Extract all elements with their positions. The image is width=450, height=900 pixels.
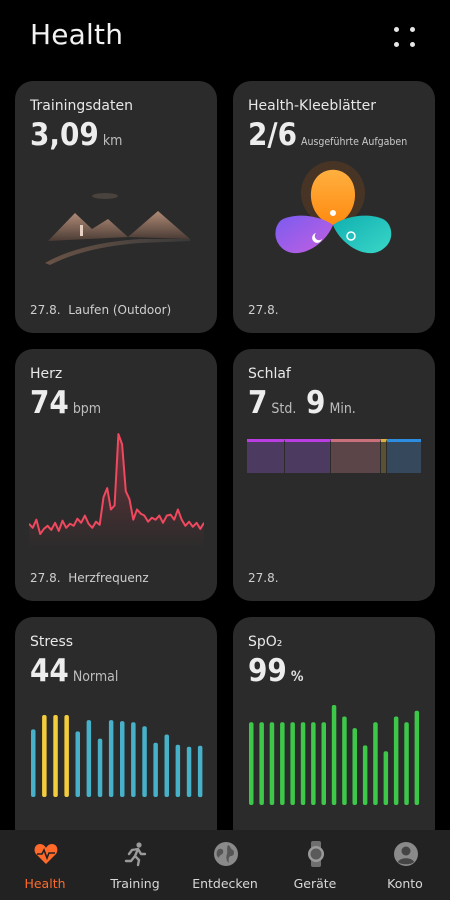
stress-bar [53,715,58,797]
stress-bar [42,715,47,797]
stress-bar [186,746,192,797]
clover-label: Health-Kleeblätter [248,98,377,114]
profile-icon [394,842,418,866]
spo2-bar [393,716,399,805]
more-menu-icon[interactable] [392,24,418,50]
stress-label: Stress [30,634,74,650]
stress-bar [175,744,181,797]
spo2-card[interactable]: SpO₂ 99% [233,617,435,847]
spo2-bar [383,751,389,805]
sleep-segment [285,439,332,473]
nav-health[interactable]: Health [0,830,90,900]
spo2-label: SpO₂ [248,634,283,650]
spo2-bar [331,705,337,805]
clover-card[interactable]: Health-Kleeblätter 2/6 Ausgeführte Aufgab… [233,81,435,333]
heart-footer: 27.8. Herzfrequenz [30,571,149,585]
bottom-navigation: Health Training Entdecken Geräte Konto [0,830,450,900]
nav-devices-label: Geräte [293,876,337,891]
heart-pulse-icon [34,844,58,864]
training-footer: 27.8. Laufen (Outdoor) [30,303,172,317]
heart-label: Herz [30,366,63,382]
page-title: Health [30,18,124,51]
training-card[interactable]: Trainingsdaten 3,09 km 27.8. Laufen (Outd… [15,81,217,333]
clover-date: 27.8. [248,303,279,317]
spo2-bar [404,722,409,805]
stress-bar [197,745,203,798]
stress-bar [75,731,80,797]
spo2-bar [352,728,357,805]
nav-account[interactable]: Konto [360,830,450,900]
heart-rate-chart [29,433,204,549]
sleep-stage-bar [247,439,421,473]
sleep-date: 27.8. [248,571,279,585]
stress-bar [31,729,36,797]
sleep-segment [331,439,382,473]
spo2-bar [321,722,326,805]
training-label: Trainingsdaten [30,98,133,114]
spo2-bar [249,722,254,805]
nav-account-label: Konto [387,876,423,891]
stress-value: 44 Normal [30,653,119,689]
stress-bar [131,722,136,797]
sleep-value: 7 Std. 9 Min. [248,385,356,421]
runner-icon [124,842,147,867]
nav-training-label: Training [110,876,160,891]
stress-bar [153,742,158,797]
training-value: 3,09 km [30,117,123,153]
sleep-card[interactable]: Schlaf 7 Std. 9 Min. 27.8. [233,349,435,601]
stress-card[interactable]: Stress 44 Normal [15,617,217,847]
heart-value: 74 bpm [30,385,102,421]
stress-chart [31,715,203,798]
sleep-label: Schlaf [248,366,291,382]
spo2-bar [373,722,378,805]
stress-bar [64,715,69,797]
nav-discover[interactable]: Entdecken [180,830,270,900]
nav-discover-label: Entdecken [192,876,258,891]
header: Health [0,0,450,80]
stress-bar [142,726,147,797]
clover-illustration [275,161,392,254]
sleep-segment [247,439,286,473]
stress-bar [164,734,169,797]
spo2-bar [300,722,306,805]
nav-training[interactable]: Training [90,830,180,900]
spo2-bar [342,716,347,805]
spo2-bar [290,722,295,805]
globe-icon [214,842,238,866]
stress-bar [97,738,103,797]
clover-value: 2/6 Ausgeführte Aufgaben [248,117,408,153]
mountain-illustration [45,193,190,265]
spo2-bar [259,722,264,805]
spo2-bar [362,745,368,805]
stress-bar [108,720,114,797]
nav-devices[interactable]: Geräte [270,830,360,900]
watch-icon [308,841,324,867]
sleep-segment [387,439,421,473]
spo2-value: 99% [248,653,304,689]
spo2-bar [280,722,285,805]
spo2-bar [414,710,420,805]
stress-bar [86,720,92,797]
nav-health-label: Health [24,876,66,891]
spo2-chart [249,705,420,805]
spo2-bar [311,722,316,805]
spo2-bar [269,722,275,805]
heart-card[interactable]: Herz 74 bpm 27.8. Herzfrequenz [15,349,217,601]
stress-bar [120,721,125,797]
